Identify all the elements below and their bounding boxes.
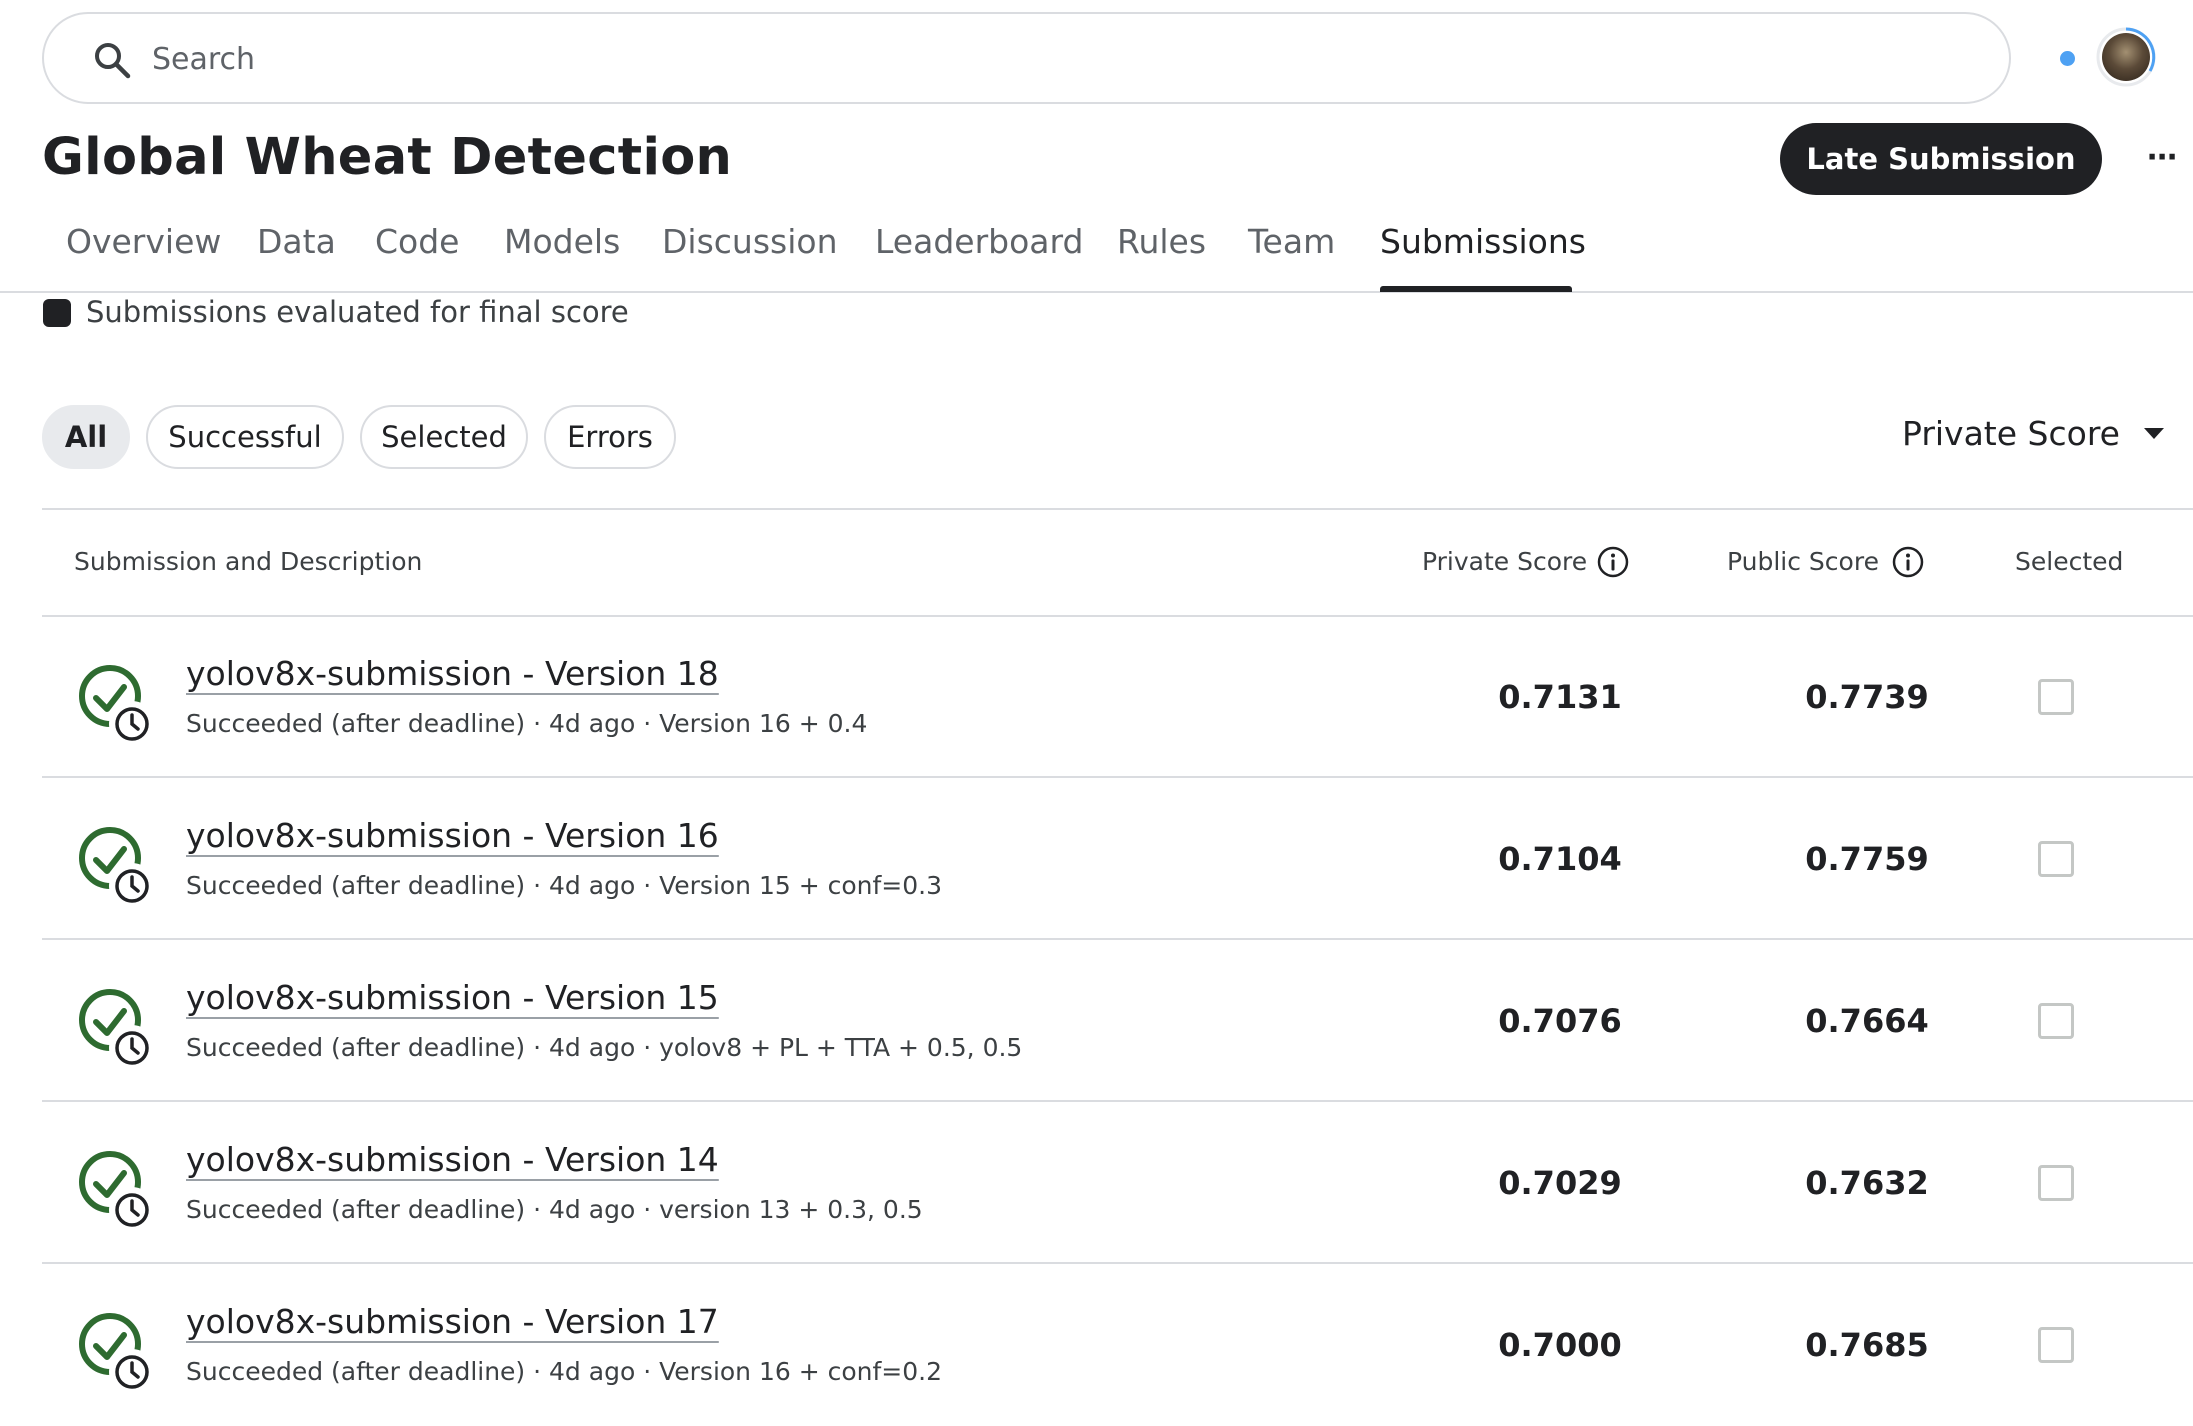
- table-top-divider: [42, 508, 2193, 510]
- active-tab-indicator: [1380, 286, 1572, 292]
- search-input[interactable]: [152, 34, 1852, 84]
- page-title: Global Wheat Detection: [42, 128, 733, 187]
- more-horizontal-icon[interactable]: ⋯: [2142, 140, 2182, 180]
- selected-checkbox[interactable]: [2038, 1003, 2074, 1039]
- table-row[interactable]: yolov8x-submission - Version 18 Succeede…: [42, 616, 2193, 778]
- header-private-score: Private Score: [1422, 547, 1588, 576]
- submission-name[interactable]: yolov8x-submission - Version 15: [186, 978, 719, 1017]
- caret-down-icon: [2143, 428, 2164, 439]
- public-score: 0.7632: [1805, 1164, 1929, 1202]
- private-score: 0.7076: [1498, 1002, 1622, 1040]
- late-submission-button[interactable]: Late Submission: [1780, 123, 2102, 195]
- info-icon[interactable]: [1891, 545, 1925, 579]
- check-circle-clock-icon: [79, 665, 155, 747]
- tab-data[interactable]: Data: [257, 222, 336, 261]
- submission-description: Succeeded (after deadline) · 4d ago · ve…: [186, 1195, 923, 1224]
- public-score: 0.7685: [1805, 1326, 1929, 1364]
- tab-team[interactable]: Team: [1248, 222, 1335, 261]
- header-submission: Submission and Description: [74, 547, 423, 576]
- private-score: 0.7104: [1498, 840, 1622, 878]
- selected-checkbox[interactable]: [2038, 679, 2074, 715]
- selected-checkbox[interactable]: [2038, 1327, 2074, 1363]
- filter-errors[interactable]: Errors: [544, 405, 676, 469]
- submission-description: Succeeded (after deadline) · 4d ago · Ve…: [186, 1357, 943, 1386]
- public-score: 0.7739: [1805, 678, 1929, 716]
- filter-successful[interactable]: Successful: [146, 405, 344, 469]
- submission-name[interactable]: yolov8x-submission - Version 14: [186, 1140, 719, 1179]
- selected-checkbox[interactable]: [2038, 841, 2074, 877]
- legend-text: Submissions evaluated for final score: [86, 295, 629, 329]
- tab-rules[interactable]: Rules: [1117, 222, 1206, 261]
- submission-description: Succeeded (after deadline) · 4d ago · Ve…: [186, 709, 868, 738]
- notification-dot: [2060, 51, 2075, 66]
- sort-label: Private Score: [1902, 414, 2120, 453]
- tab-submissions[interactable]: Submissions: [1380, 222, 1586, 261]
- table-row[interactable]: yolov8x-submission - Version 15 Succeede…: [42, 940, 2193, 1102]
- submission-name[interactable]: yolov8x-submission - Version 16: [186, 816, 719, 855]
- tab-code[interactable]: Code: [375, 222, 459, 261]
- check-circle-clock-icon: [79, 827, 155, 909]
- tab-divider: [0, 291, 2193, 293]
- public-score: 0.7759: [1805, 840, 1929, 878]
- search-icon: [95, 43, 131, 79]
- table-row[interactable]: yolov8x-submission - Version 17 Succeede…: [42, 1264, 2193, 1426]
- tab-models[interactable]: Models: [504, 222, 620, 261]
- filter-all[interactable]: All: [42, 405, 130, 469]
- selected-checkbox[interactable]: [2038, 1165, 2074, 1201]
- check-circle-clock-icon: [79, 989, 155, 1071]
- header-selected: Selected: [2015, 547, 2124, 576]
- tab-leaderboard[interactable]: Leaderboard: [875, 222, 1083, 261]
- sort-dropdown[interactable]: Private Score: [1902, 414, 2164, 453]
- private-score: 0.7131: [1498, 678, 1622, 716]
- search-bar[interactable]: [42, 12, 2011, 104]
- avatar[interactable]: [2102, 33, 2150, 81]
- private-score: 0.7000: [1498, 1326, 1622, 1364]
- legend-swatch: [43, 299, 71, 327]
- header-public-score: Public Score: [1727, 547, 1879, 576]
- submission-name[interactable]: yolov8x-submission - Version 18: [186, 654, 719, 693]
- info-icon[interactable]: [1596, 545, 1630, 579]
- check-circle-clock-icon: [79, 1151, 155, 1233]
- check-circle-clock-icon: [79, 1313, 155, 1395]
- table-row[interactable]: yolov8x-submission - Version 14 Succeede…: [42, 1102, 2193, 1264]
- private-score: 0.7029: [1498, 1164, 1622, 1202]
- submission-description: Succeeded (after deadline) · 4d ago · Ve…: [186, 871, 943, 900]
- submission-description: Succeeded (after deadline) · 4d ago · yo…: [186, 1033, 1023, 1062]
- tab-overview[interactable]: Overview: [66, 222, 221, 261]
- table-row[interactable]: yolov8x-submission - Version 16 Succeede…: [42, 778, 2193, 940]
- tab-discussion[interactable]: Discussion: [662, 222, 838, 261]
- submission-name[interactable]: yolov8x-submission - Version 17: [186, 1302, 719, 1341]
- filter-selected[interactable]: Selected: [360, 405, 528, 469]
- public-score: 0.7664: [1805, 1002, 1929, 1040]
